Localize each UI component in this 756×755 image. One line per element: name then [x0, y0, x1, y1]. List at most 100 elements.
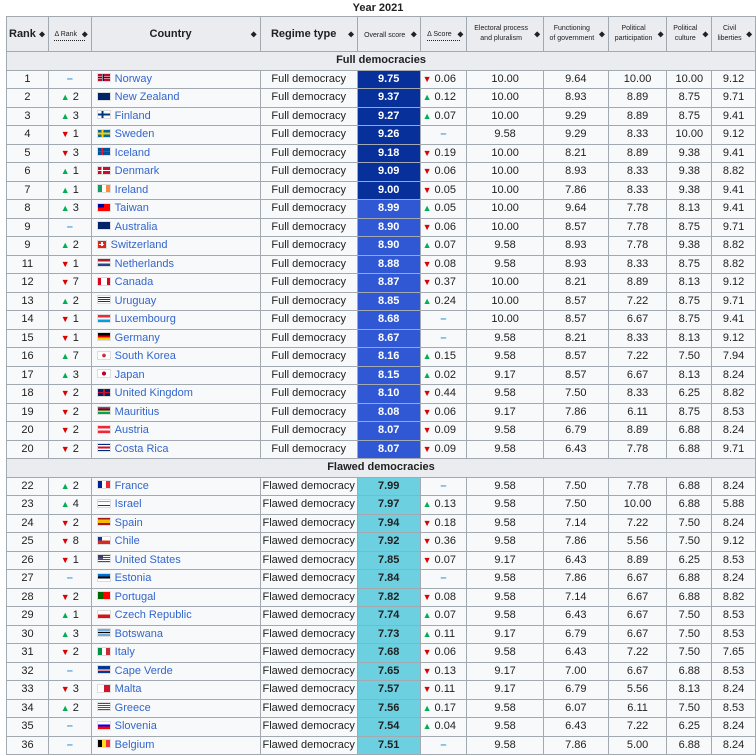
- rank-cell: 32: [6, 661, 49, 681]
- country-link[interactable]: Germany: [115, 332, 160, 344]
- score-change-cell: ▼ 0.05: [419, 180, 468, 200]
- increase-arrow-icon: ▲: [422, 369, 432, 380]
- estonia-flag-icon: [96, 572, 111, 582]
- country-link[interactable]: United States: [115, 554, 181, 566]
- country-link[interactable]: New Zealand: [115, 91, 180, 103]
- sort-icon[interactable]: ⬥: [599, 28, 605, 41]
- score-change-value: 0.05: [434, 202, 456, 215]
- table-row: 15 ▼ 1 Germany Full democracy 8.67–9.58 8.21 8…: [6, 328, 756, 348]
- overall-score-cell: 7.51: [356, 735, 421, 755]
- rank-change-cell: ▲ 2: [47, 291, 92, 311]
- rank-change-cell: ▼ 2: [47, 402, 92, 422]
- country-link[interactable]: Norway: [115, 73, 152, 85]
- country-link[interactable]: South Korea: [115, 350, 176, 362]
- greece-flag-icon: [96, 702, 111, 712]
- header-civil-liberties[interactable]: Civil liberties ⬥: [711, 16, 756, 52]
- header-rank[interactable]: Rank ⬥: [6, 16, 49, 52]
- sort-icon[interactable]: ⬥: [411, 28, 417, 41]
- functioning-government-cell: 6.43: [542, 606, 609, 626]
- political-participation-cell: 8.89: [607, 106, 668, 126]
- rank-change-cell: –: [47, 661, 92, 681]
- country-link[interactable]: Netherlands: [115, 258, 174, 270]
- country-link[interactable]: United Kingdom: [115, 387, 193, 399]
- country-link[interactable]: Finland: [115, 110, 151, 122]
- rank-change-value: 2: [72, 387, 79, 400]
- political-participation-cell: 6.67: [607, 606, 668, 626]
- functioning-government-cell: 7.86: [542, 180, 609, 200]
- country-link[interactable]: Canada: [115, 276, 154, 288]
- header-country[interactable]: Country ⬥: [90, 16, 261, 52]
- country-link[interactable]: Uruguay: [115, 295, 157, 307]
- regime-type-cell: Full democracy: [259, 254, 358, 274]
- country-link[interactable]: Italy: [115, 646, 135, 658]
- sort-icon[interactable]: ⬥: [658, 28, 664, 41]
- country-link[interactable]: Malta: [115, 683, 142, 695]
- regime-type-cell: Full democracy: [259, 347, 358, 367]
- country-link[interactable]: Mauritius: [115, 406, 160, 418]
- country-cell: Greece: [90, 698, 261, 718]
- regime-type-cell: Flawed democracy: [259, 513, 358, 533]
- header-delta-rank[interactable]: Δ Rank ⬥: [47, 16, 92, 52]
- header-functioning-government[interactable]: Functioning of government ⬥: [542, 16, 609, 52]
- country-link[interactable]: Australia: [115, 221, 158, 233]
- header-regime-type[interactable]: Regime type ⬥: [259, 16, 358, 52]
- country-cell: Spain: [90, 513, 261, 533]
- political-culture-cell: 8.13: [666, 680, 713, 700]
- score-change-value: 0.15: [434, 350, 456, 363]
- electoral-process-cell: 9.17: [466, 550, 544, 570]
- country-link[interactable]: Denmark: [115, 165, 160, 177]
- country-link[interactable]: Spain: [115, 517, 143, 529]
- header-political-culture[interactable]: Political culture ⬥: [666, 16, 713, 52]
- sort-icon[interactable]: ⬥: [703, 28, 709, 41]
- decrease-arrow-icon: ▼: [422, 277, 432, 288]
- sort-icon[interactable]: ⬥: [458, 28, 464, 41]
- country-link[interactable]: Slovenia: [115, 720, 157, 732]
- regime-type-cell: Flawed democracy: [259, 735, 358, 755]
- country-link[interactable]: Estonia: [115, 572, 152, 584]
- header-political-participation[interactable]: Political participation ⬥: [607, 16, 668, 52]
- country-link[interactable]: Chile: [115, 535, 140, 547]
- header-overall-score[interactable]: Overall score ⬥: [356, 16, 421, 52]
- country-link[interactable]: Iceland: [115, 147, 150, 159]
- sort-icon[interactable]: ⬥: [251, 28, 257, 41]
- increase-arrow-icon: ▲: [422, 203, 432, 214]
- rank-change-cell: –: [47, 569, 92, 589]
- sort-icon[interactable]: ⬥: [348, 28, 354, 41]
- country-link[interactable]: Cape Verde: [115, 665, 173, 677]
- header-delta-score[interactable]: Δ Score ⬥: [419, 16, 468, 52]
- header-electoral-process[interactable]: Electoral process and pluralism ⬥: [466, 16, 544, 52]
- country-link[interactable]: Taiwan: [115, 202, 149, 214]
- country-link[interactable]: Sweden: [115, 128, 155, 140]
- rank-change-cell: ▼ 1: [47, 550, 92, 570]
- botswana-flag-icon: [96, 628, 111, 638]
- country-link[interactable]: Japan: [115, 369, 145, 381]
- country-link[interactable]: Israel: [115, 498, 142, 510]
- country-link[interactable]: Ireland: [115, 184, 149, 196]
- country-link[interactable]: Luxembourg: [115, 313, 176, 325]
- sort-icon[interactable]: ⬥: [534, 28, 540, 41]
- sort-icon[interactable]: ⬥: [82, 28, 88, 41]
- rank-cell: 8: [6, 199, 49, 219]
- score-change-cell: ▼ 0.08: [419, 587, 468, 607]
- country-link[interactable]: Portugal: [115, 591, 156, 603]
- political-culture-cell: 7.50: [666, 532, 713, 552]
- country-link[interactable]: France: [115, 480, 149, 492]
- country-link[interactable]: Belgium: [115, 739, 155, 751]
- country-link[interactable]: Costa Rica: [115, 443, 169, 455]
- rank-cell: 6: [6, 162, 49, 182]
- decrease-arrow-icon: ▼: [60, 314, 70, 325]
- country-link[interactable]: Switzerland: [111, 239, 168, 251]
- score-change-cell: ▼ 0.11: [419, 680, 468, 700]
- decrease-arrow-icon: ▼: [422, 591, 432, 602]
- sort-icon[interactable]: ⬥: [39, 28, 45, 41]
- country-link[interactable]: Austria: [115, 424, 149, 436]
- rank-change-cell: ▲ 2: [47, 476, 92, 496]
- country-link[interactable]: Greece: [115, 702, 151, 714]
- regime-type-cell: Full democracy: [259, 125, 358, 145]
- functioning-government-cell: 7.50: [542, 476, 609, 496]
- electoral-process-cell: 10.00: [466, 273, 544, 293]
- country-link[interactable]: Botswana: [115, 628, 163, 640]
- country-link[interactable]: Czech Republic: [115, 609, 192, 621]
- sort-icon[interactable]: ⬥: [746, 28, 752, 41]
- regime-type-cell: Full democracy: [259, 439, 358, 459]
